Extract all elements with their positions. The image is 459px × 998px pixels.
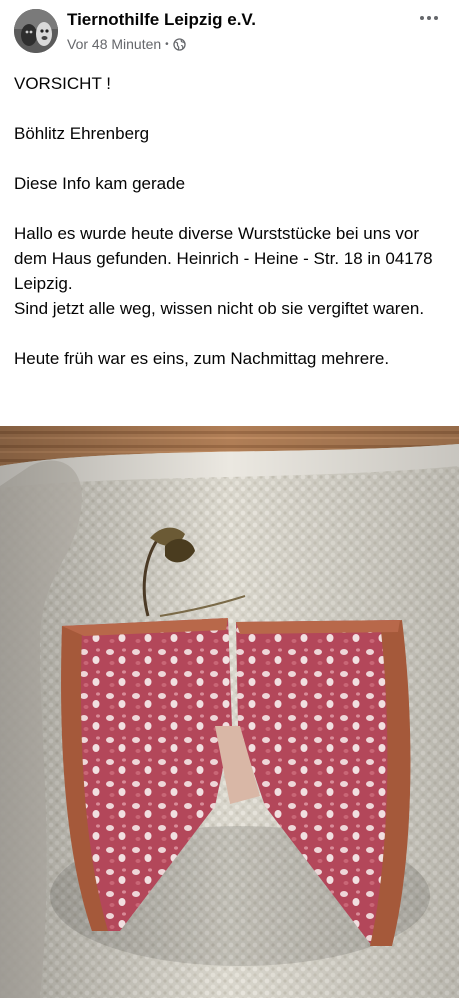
post-photo[interactable]: [0, 426, 459, 998]
post-paragraph: Hallo es wurde heute diverse Wurststücke…: [14, 224, 433, 318]
page-avatar[interactable]: [14, 9, 58, 53]
post-header: Tiernothilfe Leipzig e.V. Vor 48 Minuten…: [0, 0, 459, 62]
post-text: VORSICHT ! Böhlitz Ehrenberg Diese Info …: [14, 71, 446, 396]
meta-separator: •: [165, 38, 169, 50]
post-meta: Vor 48 Minuten •: [67, 36, 186, 52]
more-dot: [420, 16, 424, 20]
post-timestamp[interactable]: Vor 48 Minuten: [67, 36, 161, 52]
post-paragraph: Heute früh war es eins, zum Nachmittag m…: [14, 349, 390, 368]
post-paragraph: Böhlitz Ehrenberg: [14, 124, 150, 143]
globe-icon[interactable]: [173, 37, 186, 51]
more-dot: [427, 16, 431, 20]
post-paragraph: Diese Info kam gerade: [14, 174, 186, 193]
page-name[interactable]: Tiernothilfe Leipzig e.V.: [67, 10, 256, 30]
post-paragraph: VORSICHT !: [14, 74, 111, 93]
more-dot: [434, 16, 438, 20]
more-options-icon[interactable]: [415, 8, 443, 28]
